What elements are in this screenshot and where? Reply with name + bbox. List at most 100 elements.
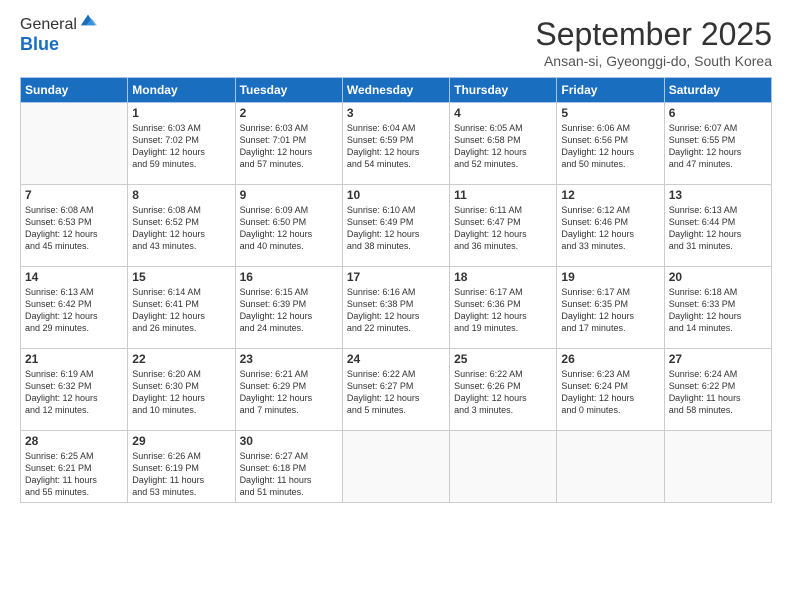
day-info: Sunrise: 6:10 AM Sunset: 6:49 PM Dayligh… — [347, 204, 445, 253]
day-number: 14 — [25, 270, 123, 284]
day-number: 22 — [132, 352, 230, 366]
day-number: 13 — [669, 188, 767, 202]
table-row: 18 Sunrise: 6:17 AM Sunset: 6:36 PM Dayli… — [450, 267, 557, 349]
day-number: 7 — [25, 188, 123, 202]
table-row — [450, 431, 557, 503]
table-row: 12 Sunrise: 6:12 AM Sunset: 6:46 PM Dayli… — [557, 185, 664, 267]
day-number: 11 — [454, 188, 552, 202]
day-number: 16 — [240, 270, 338, 284]
col-tuesday: Tuesday — [235, 78, 342, 103]
day-info: Sunrise: 6:25 AM Sunset: 6:21 PM Dayligh… — [25, 450, 123, 499]
calendar-table: Sunday Monday Tuesday Wednesday Thursday… — [20, 77, 772, 503]
day-info: Sunrise: 6:04 AM Sunset: 6:59 PM Dayligh… — [347, 122, 445, 171]
day-info: Sunrise: 6:08 AM Sunset: 6:52 PM Dayligh… — [132, 204, 230, 253]
day-number: 15 — [132, 270, 230, 284]
day-number: 17 — [347, 270, 445, 284]
day-info: Sunrise: 6:05 AM Sunset: 6:58 PM Dayligh… — [454, 122, 552, 171]
table-row: 8Sunrise: 6:08 AM Sunset: 6:52 PM Daylig… — [128, 185, 235, 267]
table-row: 14 Sunrise: 6:13 AM Sunset: 6:42 PM Dayli… — [21, 267, 128, 349]
table-row: 3 Sunrise: 6:04 AM Sunset: 6:59 PM Daylig… — [342, 103, 449, 185]
day-number: 1 — [132, 106, 230, 120]
day-number: 2 — [240, 106, 338, 120]
table-row: 21 Sunrise: 6:19 AM Sunset: 6:32 PM Dayli… — [21, 349, 128, 431]
table-row: 24Sunrise: 6:22 AM Sunset: 6:27 PM Dayli… — [342, 349, 449, 431]
day-number: 18 — [454, 270, 552, 284]
day-info: Sunrise: 6:24 AM Sunset: 6:22 PM Dayligh… — [669, 368, 767, 417]
calendar-header-row: Sunday Monday Tuesday Wednesday Thursday… — [21, 78, 772, 103]
table-row: 10 Sunrise: 6:10 AM Sunset: 6:49 PM Dayli… — [342, 185, 449, 267]
table-row: 9 Sunrise: 6:09 AM Sunset: 6:50 PM Daylig… — [235, 185, 342, 267]
col-monday: Monday — [128, 78, 235, 103]
col-thursday: Thursday — [450, 78, 557, 103]
table-row: 16 Sunrise: 6:15 AM Sunset: 6:39 PM Dayli… — [235, 267, 342, 349]
table-row: 15 Sunrise: 6:14 AM Sunset: 6:41 PM Dayli… — [128, 267, 235, 349]
day-number: 25 — [454, 352, 552, 366]
day-info: Sunrise: 6:22 AM Sunset: 6:26 PM Dayligh… — [454, 368, 552, 417]
table-row: 26 Sunrise: 6:23 AM Sunset: 6:24 PM Dayli… — [557, 349, 664, 431]
logo-general-text: General — [20, 16, 77, 34]
day-info: Sunrise: 6:19 AM Sunset: 6:32 PM Dayligh… — [25, 368, 123, 417]
table-row: 13 Sunrise: 6:13 AM Sunset: 6:44 PM Dayli… — [664, 185, 771, 267]
location-subtitle: Ansan-si, Gyeonggi-do, South Korea — [535, 53, 772, 69]
table-row: 17 Sunrise: 6:16 AM Sunset: 6:38 PM Dayli… — [342, 267, 449, 349]
day-info: Sunrise: 6:14 AM Sunset: 6:41 PM Dayligh… — [132, 286, 230, 335]
day-number: 30 — [240, 434, 338, 448]
day-number: 9 — [240, 188, 338, 202]
logo-icon — [79, 11, 97, 29]
day-number: 4 — [454, 106, 552, 120]
col-sunday: Sunday — [21, 78, 128, 103]
day-info: Sunrise: 6:12 AM Sunset: 6:46 PM Dayligh… — [561, 204, 659, 253]
day-number: 29 — [132, 434, 230, 448]
day-number: 27 — [669, 352, 767, 366]
table-row: 28 Sunrise: 6:25 AM Sunset: 6:21 PM Dayli… — [21, 431, 128, 503]
page-header: General Blue September 2025 Ansan-si, Gy… — [20, 16, 772, 69]
day-number: 10 — [347, 188, 445, 202]
month-title: September 2025 — [535, 16, 772, 53]
col-friday: Friday — [557, 78, 664, 103]
day-info: Sunrise: 6:11 AM Sunset: 6:47 PM Dayligh… — [454, 204, 552, 253]
day-number: 6 — [669, 106, 767, 120]
table-row: 2 Sunrise: 6:03 AM Sunset: 7:01 PM Daylig… — [235, 103, 342, 185]
col-wednesday: Wednesday — [342, 78, 449, 103]
day-info: Sunrise: 6:07 AM Sunset: 6:55 PM Dayligh… — [669, 122, 767, 171]
table-row: 4 Sunrise: 6:05 AM Sunset: 6:58 PM Daylig… — [450, 103, 557, 185]
day-number: 28 — [25, 434, 123, 448]
day-info: Sunrise: 6:27 AM Sunset: 6:18 PM Dayligh… — [240, 450, 338, 499]
day-number: 12 — [561, 188, 659, 202]
day-info: Sunrise: 6:06 AM Sunset: 6:56 PM Dayligh… — [561, 122, 659, 171]
logo: General Blue — [20, 16, 97, 55]
logo-blue-text: Blue — [20, 34, 59, 54]
table-row: 1 Sunrise: 6:03 AM Sunset: 7:02 PM Daylig… — [128, 103, 235, 185]
day-number: 23 — [240, 352, 338, 366]
table-row: 25 Sunrise: 6:22 AM Sunset: 6:26 PM Dayli… — [450, 349, 557, 431]
day-number: 3 — [347, 106, 445, 120]
day-info: Sunrise: 6:03 AM Sunset: 7:02 PM Dayligh… — [132, 122, 230, 171]
day-info: Sunrise: 6:20 AM Sunset: 6:30 PM Dayligh… — [132, 368, 230, 417]
day-info: Sunrise: 6:23 AM Sunset: 6:24 PM Dayligh… — [561, 368, 659, 417]
table-row: 22 Sunrise: 6:20 AM Sunset: 6:30 PM Dayli… — [128, 349, 235, 431]
table-row: 7 Sunrise: 6:08 AM Sunset: 6:53 PM Daylig… — [21, 185, 128, 267]
day-info: Sunrise: 6:09 AM Sunset: 6:50 PM Dayligh… — [240, 204, 338, 253]
day-info: Sunrise: 6:18 AM Sunset: 6:33 PM Dayligh… — [669, 286, 767, 335]
day-info: Sunrise: 6:16 AM Sunset: 6:38 PM Dayligh… — [347, 286, 445, 335]
table-row: 29 Sunrise: 6:26 AM Sunset: 6:19 PM Dayli… — [128, 431, 235, 503]
day-info: Sunrise: 6:13 AM Sunset: 6:42 PM Dayligh… — [25, 286, 123, 335]
table-row: 19Sunrise: 6:17 AM Sunset: 6:35 PM Dayli… — [557, 267, 664, 349]
day-number: 19 — [561, 270, 659, 284]
day-info: Sunrise: 6:22 AM Sunset: 6:27 PM Dayligh… — [347, 368, 445, 417]
table-row — [664, 431, 771, 503]
table-row: 30 Sunrise: 6:27 AM Sunset: 6:18 PM Dayli… — [235, 431, 342, 503]
table-row — [342, 431, 449, 503]
day-info: Sunrise: 6:08 AM Sunset: 6:53 PM Dayligh… — [25, 204, 123, 253]
table-row: 6 Sunrise: 6:07 AM Sunset: 6:55 PM Daylig… — [664, 103, 771, 185]
day-info: Sunrise: 6:13 AM Sunset: 6:44 PM Dayligh… — [669, 204, 767, 253]
day-number: 26 — [561, 352, 659, 366]
day-info: Sunrise: 6:17 AM Sunset: 6:36 PM Dayligh… — [454, 286, 552, 335]
day-info: Sunrise: 6:15 AM Sunset: 6:39 PM Dayligh… — [240, 286, 338, 335]
table-row: 20Sunrise: 6:18 AM Sunset: 6:33 PM Dayli… — [664, 267, 771, 349]
day-info: Sunrise: 6:26 AM Sunset: 6:19 PM Dayligh… — [132, 450, 230, 499]
table-row — [21, 103, 128, 185]
title-block: September 2025 Ansan-si, Gyeonggi-do, So… — [535, 16, 772, 69]
day-number: 21 — [25, 352, 123, 366]
day-info: Sunrise: 6:03 AM Sunset: 7:01 PM Dayligh… — [240, 122, 338, 171]
